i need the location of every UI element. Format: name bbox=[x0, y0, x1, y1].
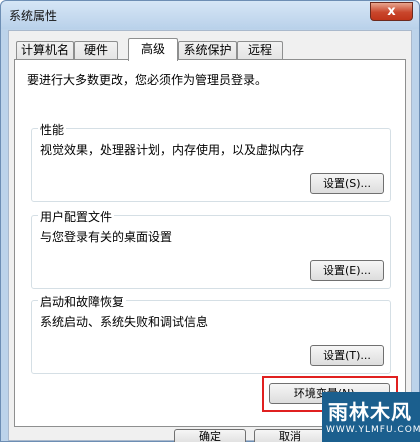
system-properties-window: 系统属性 x 计算机名 硬件 高级 系统保护 远程 要进行大多数更改，您必须作为… bbox=[0, 0, 420, 442]
watermark-url: WWW.YLMFU.COM bbox=[326, 425, 420, 435]
tab-computer-name[interactable]: 计算机名 bbox=[16, 41, 74, 60]
tab-hardware[interactable]: 硬件 bbox=[74, 41, 118, 60]
startup-recovery-title: 启动和故障恢复 bbox=[38, 293, 127, 310]
admin-note: 要进行大多数更改，您必须作为管理员登录。 bbox=[27, 73, 268, 87]
cancel-button[interactable]: 取消 bbox=[254, 429, 326, 442]
startup-recovery-desc: 系统启动、系统失败和调试信息 bbox=[40, 315, 209, 329]
user-profiles-title: 用户配置文件 bbox=[38, 208, 115, 225]
startup-recovery-group: 启动和故障恢复 系统启动、系统失败和调试信息 设置(T)... bbox=[31, 293, 391, 374]
close-icon: x bbox=[387, 4, 396, 19]
performance-title: 性能 bbox=[38, 121, 67, 138]
performance-group: 性能 视觉效果，处理器计划，内存使用，以及虚拟内存 设置(S)... bbox=[31, 121, 391, 202]
tab-advanced[interactable]: 高级 bbox=[128, 38, 178, 61]
user-profiles-desc: 与您登录有关的桌面设置 bbox=[40, 230, 173, 244]
user-profiles-group: 用户配置文件 与您登录有关的桌面设置 设置(E)... bbox=[31, 208, 391, 289]
title-bar[interactable]: 系统属性 x bbox=[1, 1, 419, 29]
user-profiles-settings-button[interactable]: 设置(E)... bbox=[310, 260, 384, 281]
tab-system-protection[interactable]: 系统保护 bbox=[178, 41, 237, 60]
window-title: 系统属性 bbox=[9, 9, 58, 23]
performance-settings-button[interactable]: 设置(S)... bbox=[310, 173, 384, 194]
advanced-tab-panel: 要进行大多数更改，您必须作为管理员登录。 性能 视觉效果，处理器计划，内存使用，… bbox=[14, 59, 406, 427]
ok-button[interactable]: 确定 bbox=[174, 429, 246, 442]
dialog-client-area: 计算机名 硬件 高级 系统保护 远程 要进行大多数更改，您必须作为管理员登录。 … bbox=[8, 30, 412, 442]
startup-recovery-settings-button[interactable]: 设置(T)... bbox=[310, 345, 384, 366]
tab-remote[interactable]: 远程 bbox=[237, 41, 283, 60]
watermark-logo-text: 雨林木风 bbox=[328, 400, 412, 424]
performance-desc: 视觉效果，处理器计划，内存使用，以及虚拟内存 bbox=[40, 143, 305, 157]
close-button[interactable]: x bbox=[370, 2, 413, 21]
site-watermark: 雨林木风 WWW.YLMFU.COM bbox=[322, 392, 420, 442]
